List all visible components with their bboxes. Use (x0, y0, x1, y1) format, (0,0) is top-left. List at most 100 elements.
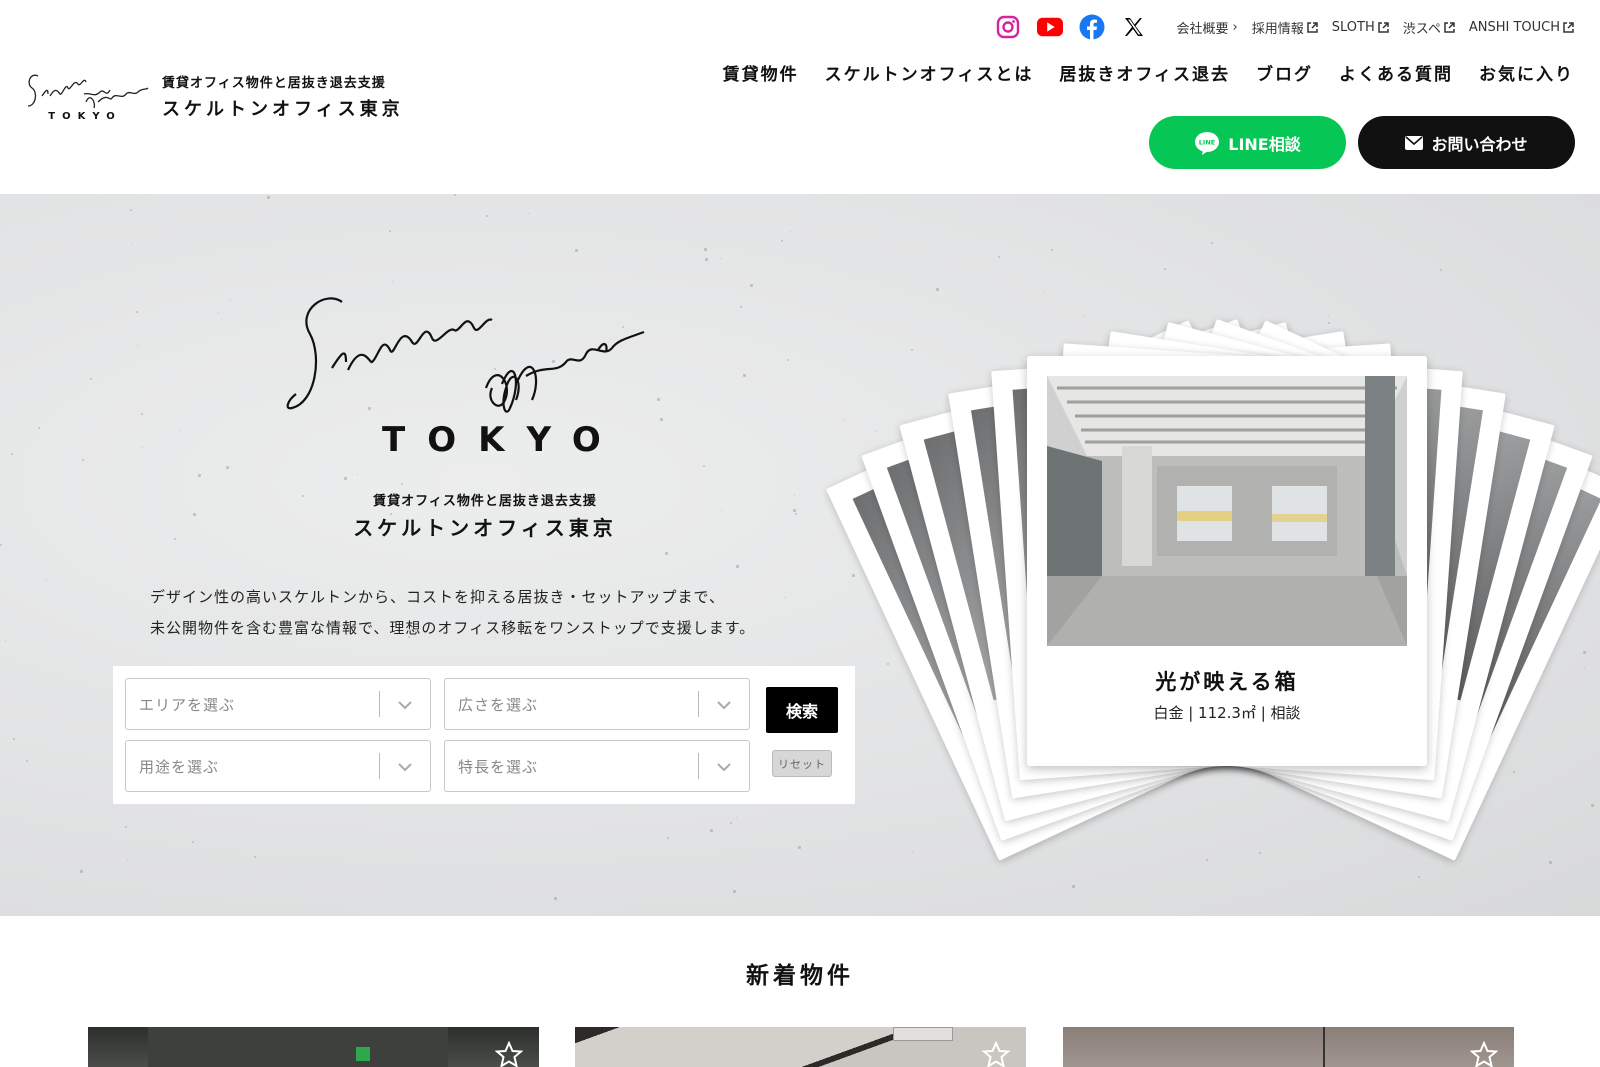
listing-photo (1323, 1027, 1325, 1067)
brand-name: スケルトンオフィス東京 (162, 98, 404, 120)
facebook-icon[interactable] (1079, 14, 1105, 40)
search-panel: エリアを選ぶ 広さを選ぶ 用途を選ぶ 特長を選ぶ 検索 リセット (113, 666, 855, 804)
texture-speck (936, 288, 939, 291)
listing-photo (575, 1027, 1026, 1067)
chevron-down-icon (398, 701, 412, 710)
util-link-shibuspe[interactable]: 渋スペ (1403, 18, 1455, 37)
select-divider (698, 691, 699, 717)
texture-speck (218, 312, 219, 313)
size-select[interactable]: 広さを選ぶ (444, 678, 750, 730)
use-select[interactable]: 用途を選ぶ (125, 740, 431, 792)
featured-property-carousel[interactable]: 光が映える箱 白金 | 112.3㎡ | 相談 (825, 318, 1600, 904)
favorite-star-icon[interactable] (1470, 1041, 1498, 1067)
texture-speck (454, 194, 456, 196)
listing-card[interactable] (575, 1027, 1026, 1067)
chevron-down-icon (398, 763, 412, 772)
select-divider (379, 753, 380, 779)
nav-blog[interactable]: ブログ (1256, 60, 1313, 85)
nav-about-skeleton[interactable]: スケルトンオフィスとは (825, 60, 1034, 85)
nav-faq[interactable]: よくある質問 (1339, 60, 1453, 85)
util-link-anshi-touch[interactable]: ANSHI TOUCH (1469, 20, 1574, 35)
line-icon-text: LINE (1199, 138, 1215, 146)
texture-speck (11, 453, 13, 455)
texture-speck (1044, 291, 1045, 292)
texture-speck (784, 597, 785, 598)
texture-speck (781, 240, 783, 242)
select-divider (379, 691, 380, 717)
x-icon[interactable] (1121, 14, 1147, 40)
favorite-star-icon[interactable] (495, 1041, 523, 1067)
header-logo[interactable]: TOKYO (24, 66, 152, 126)
select-divider (698, 753, 699, 779)
texture-speck (795, 513, 797, 515)
logo-tokyo-text: TOKYO (48, 111, 122, 122)
texture-speck (743, 374, 746, 377)
listing-card[interactable] (1063, 1027, 1514, 1067)
texture-speck (720, 258, 721, 259)
header-brand[interactable]: TOKYO 賃貸オフィス物件と居抜き退去支援 スケルトンオフィス東京 (24, 66, 404, 126)
util-link-recruit[interactable]: 採用情報 (1252, 18, 1318, 37)
texture-speck (852, 574, 855, 577)
texture-speck (401, 483, 403, 485)
texture-speck (740, 306, 742, 308)
brand-text: 賃貸オフィス物件と居抜き退去支援 スケルトンオフィス東京 (162, 72, 404, 121)
chevron-down-icon (717, 763, 731, 772)
texture-speck (528, 213, 529, 214)
nav-rental[interactable]: 賃貸物件 (723, 60, 799, 85)
texture-speck (1328, 315, 1329, 316)
feature-select[interactable]: 特長を選ぶ (444, 740, 750, 792)
hero-logo-tokyo: TOKYO (382, 420, 623, 460)
area-select[interactable]: エリアを選ぶ (125, 678, 431, 730)
util-link-company[interactable]: 会社概要 › (1177, 18, 1238, 37)
new-listings-heading: 新着物件 (746, 963, 854, 989)
texture-speck (787, 359, 789, 361)
texture-speck (704, 248, 707, 251)
external-link-icon (1563, 21, 1574, 33)
texture-speck (703, 465, 705, 467)
contact-button[interactable]: お問い合わせ (1358, 116, 1575, 169)
brand-tagline: 賃貸オフィス物件と居抜き退去支援 (162, 75, 386, 91)
texture-speck (750, 284, 753, 287)
texture-speck (710, 829, 713, 832)
hero-tagline: 賃貸オフィス物件と居抜き退去支援 (373, 494, 597, 509)
texture-speck (130, 209, 132, 211)
texture-speck (302, 495, 304, 497)
util-link-label: 会社概要 (1176, 21, 1229, 37)
util-link-label: 採用情報 (1251, 21, 1304, 37)
contact-label: お問い合わせ (1431, 134, 1528, 154)
featured-property-card[interactable]: 光が映える箱 白金 | 112.3㎡ | 相談 (1027, 356, 1427, 766)
logo-script-image (27, 74, 149, 109)
hero-desc-line-2: 未公開物件を含む豊富な情報で、理想のオフィス移転をワンストップで支援します。 (150, 619, 756, 637)
util-link-label: 渋スペ (1402, 21, 1441, 37)
texture-speck (127, 860, 128, 861)
hero-logo-script (286, 297, 645, 413)
external-link-icon (1444, 21, 1455, 33)
texture-speck (198, 474, 201, 477)
reset-button[interactable]: リセット (772, 750, 832, 777)
texture-speck (193, 513, 196, 516)
texture-speck (142, 447, 143, 448)
texture-speck (132, 243, 133, 244)
texture-speck (0, 544, 2, 546)
texture-speck (736, 817, 737, 818)
instagram-icon[interactable] (995, 14, 1021, 40)
search-button[interactable]: 検索 (766, 687, 838, 733)
size-select-placeholder: 広さを選ぶ (458, 696, 539, 714)
nav-inuki-exit[interactable]: 居抜きオフィス退去 (1059, 60, 1230, 85)
texture-speck (733, 890, 736, 893)
youtube-icon[interactable] (1036, 14, 1063, 40)
nav-favorites[interactable]: お気に入り (1479, 60, 1574, 85)
util-link-sloth[interactable]: SLOTH (1332, 20, 1389, 35)
texture-speck (1051, 249, 1053, 251)
texture-speck (554, 897, 557, 900)
texture-speck (137, 345, 138, 346)
texture-speck (26, 760, 28, 762)
listing-card[interactable] (88, 1027, 539, 1067)
texture-speck (1440, 269, 1442, 271)
texture-speck (192, 841, 194, 843)
texture-speck (38, 427, 40, 429)
favorite-star-icon[interactable] (982, 1041, 1010, 1067)
feature-select-placeholder: 特長を選ぶ (458, 758, 539, 776)
line-consult-button[interactable]: LINE LINE相談 (1149, 116, 1346, 169)
texture-speck (844, 420, 845, 421)
